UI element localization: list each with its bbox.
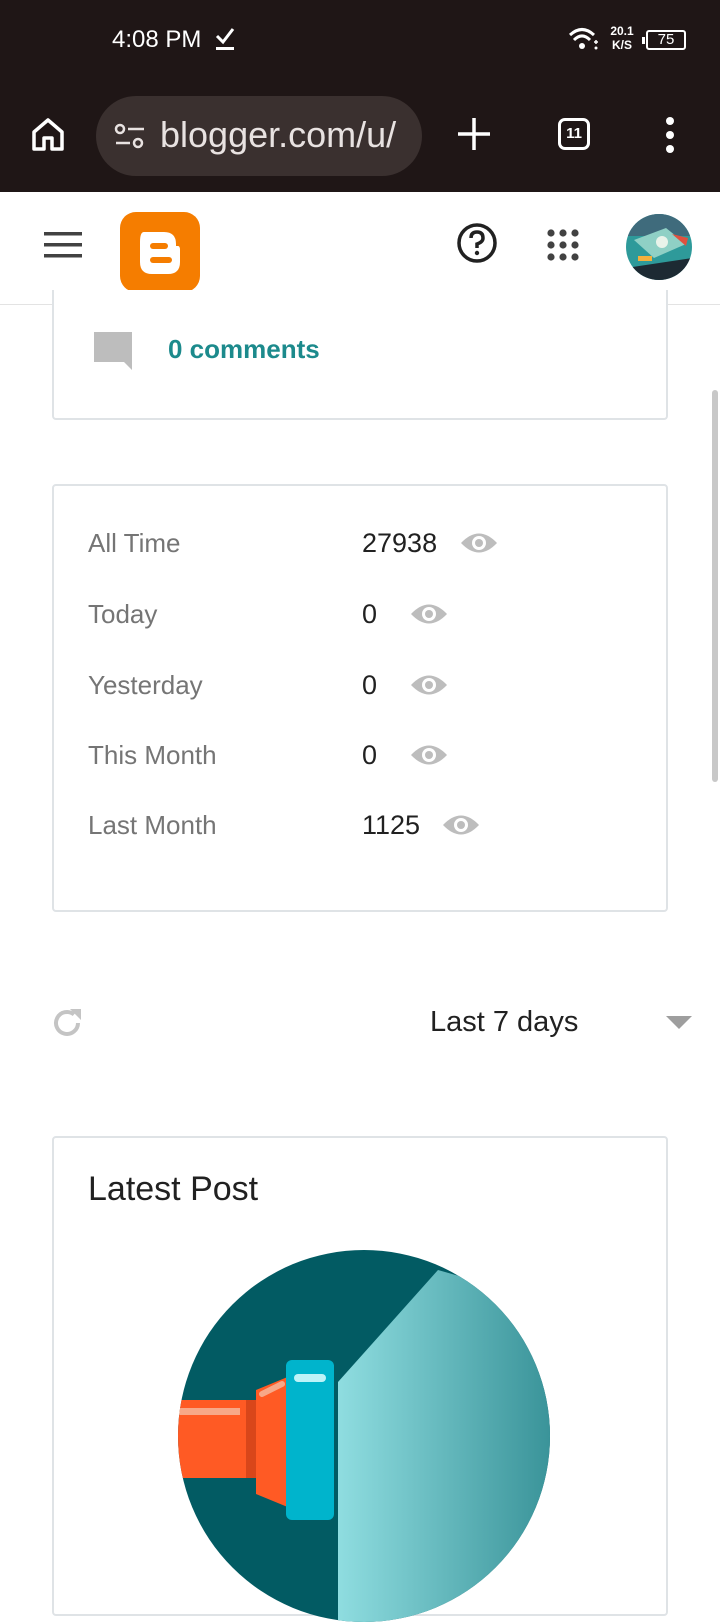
- site-settings-icon[interactable]: [114, 122, 146, 150]
- account-avatar[interactable]: [626, 214, 692, 280]
- eye-icon: [461, 533, 497, 553]
- eye-icon: [411, 675, 447, 695]
- dropdown-arrow-icon: [666, 1016, 692, 1029]
- stat-label: This Month: [88, 740, 217, 770]
- stat-value: 0: [362, 740, 378, 770]
- eye-icon: [411, 745, 447, 765]
- stat-label: Last Month: [88, 810, 217, 840]
- stat-row-today: Today 0: [88, 599, 648, 639]
- stat-label: All Time: [88, 528, 181, 558]
- eye-icon: [443, 815, 479, 835]
- stat-label: Yesterday: [88, 670, 203, 700]
- stat-value: 0: [362, 670, 378, 700]
- post-thumbnail-image[interactable]: [178, 1250, 550, 1622]
- refresh-icon[interactable]: [50, 1006, 84, 1040]
- status-bar: 4:08 PM 20.1 K/S 75: [0, 0, 720, 84]
- help-icon[interactable]: [456, 222, 498, 264]
- blogger-b-icon: [140, 232, 180, 274]
- network-speed-unit: K/S: [611, 38, 632, 52]
- date-range-selected: Last 7 days: [430, 1006, 579, 1038]
- comment-icon: [94, 332, 132, 370]
- more-options-icon[interactable]: [664, 116, 676, 154]
- status-time: 4:08 PM: [112, 26, 202, 53]
- hamburger-menu-icon[interactable]: [44, 230, 82, 260]
- home-icon[interactable]: [30, 116, 66, 152]
- apps-grid-icon[interactable]: [546, 228, 580, 262]
- comments-link[interactable]: 0 comments: [168, 334, 320, 365]
- download-done-icon: [215, 28, 235, 50]
- stat-value: 0: [362, 599, 378, 629]
- pageview-stats-card: All Time 27938 Today 0 Yesterday 0 This …: [52, 484, 668, 912]
- network-speed-value: 20.1: [610, 24, 634, 38]
- stat-value: 27938: [362, 528, 438, 558]
- stat-row-this-month: This Month 0: [88, 740, 648, 780]
- comments-card: 0 comments: [52, 290, 668, 420]
- tab-switcher-button[interactable]: 11: [558, 118, 590, 150]
- stat-row-yesterday: Yesterday 0: [88, 670, 648, 710]
- stat-value: 1125: [362, 810, 421, 840]
- date-range-dropdown[interactable]: Last 7 days: [428, 998, 692, 1048]
- stat-label: Today: [88, 599, 158, 629]
- address-bar[interactable]: blogger.com/u/: [96, 96, 422, 176]
- eye-icon: [411, 604, 447, 624]
- avatar-image: [626, 214, 692, 280]
- network-speed: 20.1 K/S: [604, 24, 640, 52]
- url-text[interactable]: blogger.com/u/: [160, 114, 412, 156]
- latest-post-title: Latest Post: [88, 1170, 259, 1208]
- latest-post-card: Latest Post: [52, 1136, 668, 1622]
- wifi-icon: [568, 28, 598, 50]
- browser-chrome: 4:08 PM 20.1 K/S 75 blogger.com/u/ 11: [0, 0, 720, 192]
- battery-indicator: 75: [642, 30, 686, 50]
- blogger-logo[interactable]: [120, 212, 200, 292]
- stat-row-all-time: All Time 27938: [88, 528, 648, 568]
- stat-row-last-month: Last Month 1125: [88, 810, 648, 850]
- new-tab-icon[interactable]: [456, 116, 492, 152]
- app-header: [0, 192, 720, 305]
- page-scrollbar[interactable]: [712, 390, 718, 782]
